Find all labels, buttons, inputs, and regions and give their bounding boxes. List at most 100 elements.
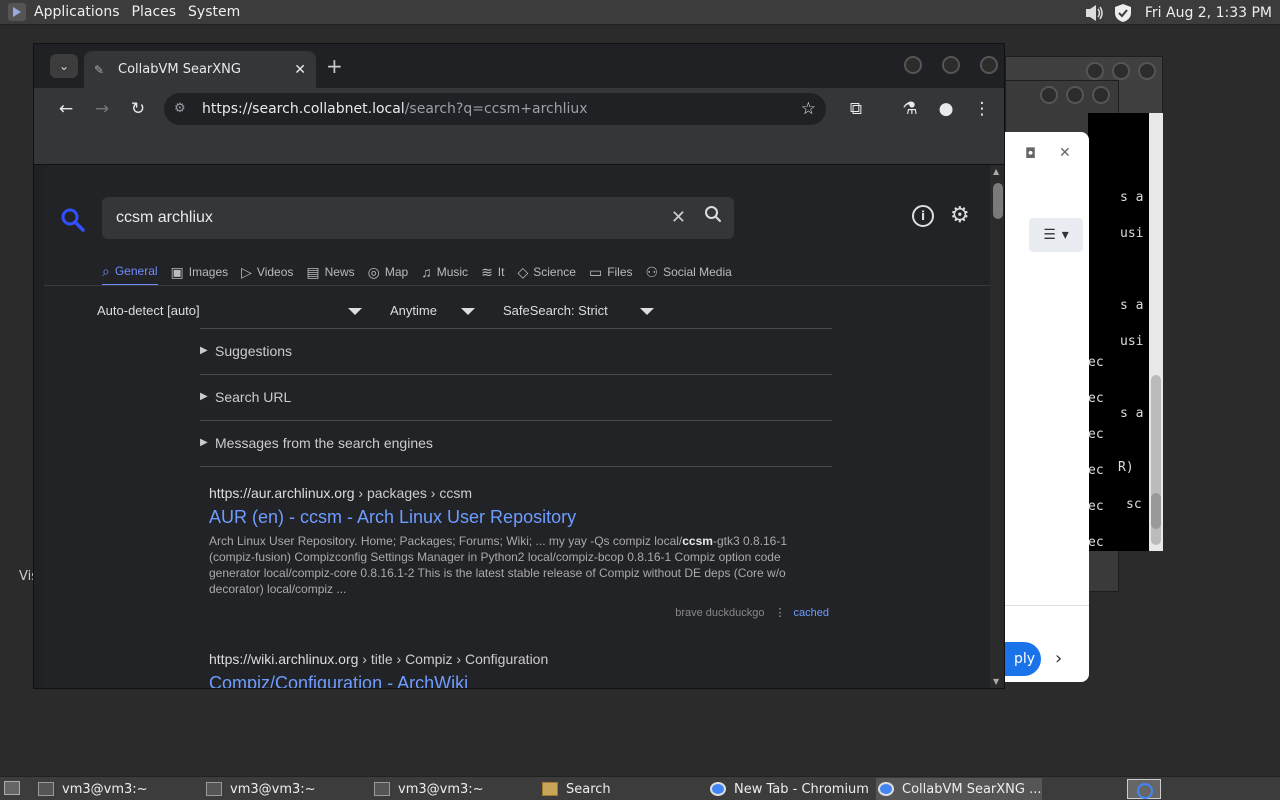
show-desktop-icon[interactable] xyxy=(4,781,20,795)
searxng-logo-icon[interactable] xyxy=(60,207,86,239)
clear-icon[interactable]: ✕ xyxy=(671,197,686,239)
tab-map[interactable]: ◎ Map xyxy=(368,258,409,286)
language-select[interactable]: Auto-detect [auto] xyxy=(97,299,365,323)
engine-messages-section[interactable]: ▶ Messages from the search engines xyxy=(200,420,832,466)
extensions-icon[interactable]: ⧉ xyxy=(842,88,870,130)
search-url-section[interactable]: ▶ Search URL xyxy=(200,374,832,420)
tab-search-button[interactable]: ⌄ xyxy=(50,54,78,78)
cached-link[interactable]: cached xyxy=(794,607,829,619)
address-bar[interactable]: ⚙ https://search.collabnet.local/search?… xyxy=(164,93,826,125)
system-tray: Fri Aug 2, 1:33 PM xyxy=(1083,0,1280,25)
clock[interactable]: Fri Aug 2, 1:33 PM xyxy=(1139,5,1280,21)
tab-images[interactable]: ▣ Images xyxy=(171,258,229,286)
suggestions-section[interactable]: ▶ Suggestions xyxy=(200,328,832,374)
result-url[interactable]: https://wiki.archlinux.org › title › Com… xyxy=(209,651,829,667)
terminal-line: ec xyxy=(1088,499,1104,514)
tab-files[interactable]: ▭ Files xyxy=(589,258,633,286)
menu-places[interactable]: Places xyxy=(126,0,183,25)
window-controls xyxy=(1040,86,1110,104)
search-input[interactable] xyxy=(116,197,656,239)
site-info-icon[interactable]: ⚙ xyxy=(174,93,186,125)
tab-strip: ⌄ ✎ CollabVM SearXNG ✕ + xyxy=(34,44,1004,88)
labs-flask-icon[interactable]: ⚗ xyxy=(896,88,924,130)
maximize-icon[interactable] xyxy=(1112,62,1130,80)
taskbar-item-chromium-active[interactable]: CollabVM SearXNG ... xyxy=(876,778,1042,800)
scrollbar-thumb[interactable] xyxy=(993,183,1003,219)
taskbar-item-terminal[interactable]: vm3@vm3:~ xyxy=(38,778,198,800)
url-host: https://search.collabnet.local xyxy=(202,101,405,117)
chromium-window[interactable]: ⌄ ✎ CollabVM SearXNG ✕ + ← → ↻ ⚙ https:/… xyxy=(33,43,1005,689)
terminal-line: s a xyxy=(1120,190,1144,205)
terminal-line: sc xyxy=(1126,497,1142,512)
terminal-window[interactable]: s a usi s a usi ec ec s a ec ec R) ec sc… xyxy=(1088,113,1163,551)
more-icon[interactable]: ⋮ xyxy=(775,607,786,619)
maximize-icon[interactable] xyxy=(1066,86,1084,104)
minimize-icon[interactable] xyxy=(1086,62,1104,80)
terminal-line: ec xyxy=(1088,391,1104,406)
chromium-icon xyxy=(710,782,726,796)
close-icon[interactable]: ✕ xyxy=(1059,145,1071,161)
scroll-down-icon[interactable]: ▼ xyxy=(993,677,999,686)
chevron-right-icon[interactable]: › xyxy=(1055,648,1062,669)
engine-list: brave duckduckgo xyxy=(675,607,765,619)
time-range-select[interactable]: Anytime xyxy=(390,299,478,323)
terminal-scrollbar[interactable] xyxy=(1149,113,1163,551)
result-path: › title › Compiz › Configuration xyxy=(358,651,549,667)
tab-science[interactable]: ◇ Science xyxy=(517,258,575,286)
gear-icon[interactable]: ⚙ xyxy=(950,203,970,228)
taskbar-item-chromium[interactable]: New Tab - Chromium xyxy=(710,778,870,800)
maximize-icon[interactable] xyxy=(942,56,960,74)
info-icon[interactable]: i xyxy=(912,205,934,227)
tab-label: Map xyxy=(384,265,409,279)
tab-collabvm-searxng[interactable]: ✎ CollabVM SearXNG ✕ xyxy=(84,51,316,88)
scrollbar-thumb[interactable] xyxy=(1151,493,1161,529)
scroll-up-icon[interactable]: ▲ xyxy=(993,167,999,176)
search-icon: ⌕ xyxy=(102,262,110,279)
distro-logo-icon[interactable] xyxy=(8,3,26,21)
settings-dialog[interactable]: ◘ ✕ ☰ ▾ ply › xyxy=(1005,132,1089,682)
minimize-icon[interactable] xyxy=(904,56,922,74)
taskbar-item-terminal[interactable]: vm3@vm3:~ xyxy=(206,778,366,800)
forward-icon[interactable]: → xyxy=(88,88,116,130)
close-icon[interactable] xyxy=(1138,62,1156,80)
result-title-link[interactable]: AUR (en) - ccsm - Arch Linux User Reposi… xyxy=(209,507,829,528)
tab-it[interactable]: ≋ It xyxy=(481,258,504,286)
page-scrollbar[interactable]: ▲ ▼ xyxy=(990,165,1004,688)
shield-icon[interactable] xyxy=(1113,3,1133,23)
bookmark-star-icon[interactable]: ☆ xyxy=(801,93,816,125)
result-title-link[interactable]: Compiz/Configuration - ArchWiki xyxy=(209,673,829,688)
url-text[interactable]: https://search.collabnet.local/search?q=… xyxy=(202,93,588,125)
layers-icon: ≋ xyxy=(481,263,493,280)
search-icon[interactable] xyxy=(704,197,722,239)
result-url[interactable]: https://aur.archlinux.org › packages › c… xyxy=(209,485,829,501)
minimize-icon[interactable] xyxy=(1040,86,1058,104)
new-tab-button[interactable]: + xyxy=(326,54,343,78)
tab-general[interactable]: ⌕ General xyxy=(102,258,158,286)
tab-news[interactable]: ▤ News xyxy=(306,258,354,286)
restore-icon[interactable]: ◘ xyxy=(1025,146,1036,162)
taskbar-label: vm3@vm3:~ xyxy=(230,781,316,797)
tab-music[interactable]: ♫ Music xyxy=(421,258,468,286)
tab-videos[interactable]: ▷ Videos xyxy=(241,258,293,286)
volume-icon[interactable] xyxy=(1083,3,1105,23)
close-icon[interactable] xyxy=(980,56,998,74)
terminal-line: usi xyxy=(1120,334,1144,349)
section-label: Search URL xyxy=(215,389,292,405)
back-icon[interactable]: ← xyxy=(52,88,80,130)
taskbar-item-terminal[interactable]: vm3@vm3:~ xyxy=(374,778,534,800)
menu-system[interactable]: System xyxy=(182,0,246,25)
profile-icon[interactable]: ● xyxy=(932,88,960,130)
bookmarks-bar xyxy=(34,130,1004,165)
reload-icon[interactable]: ↻ xyxy=(124,88,152,130)
close-icon[interactable] xyxy=(1092,86,1110,104)
menu-applications[interactable]: Applications xyxy=(28,0,126,25)
terminal-line: ec xyxy=(1088,427,1104,442)
workspace-switcher[interactable] xyxy=(1127,779,1161,799)
close-icon[interactable]: ✕ xyxy=(294,62,306,78)
taskbar-item-search[interactable]: Search xyxy=(542,778,702,800)
apply-button[interactable]: ply xyxy=(1005,642,1041,676)
safesearch-select[interactable]: SafeSearch: Strict xyxy=(503,299,657,323)
list-view-dropdown[interactable]: ☰ ▾ xyxy=(1029,218,1083,252)
tab-social-media[interactable]: ⚇ Social Media xyxy=(646,258,732,286)
more-menu-icon[interactable]: ⋮ xyxy=(968,88,996,130)
